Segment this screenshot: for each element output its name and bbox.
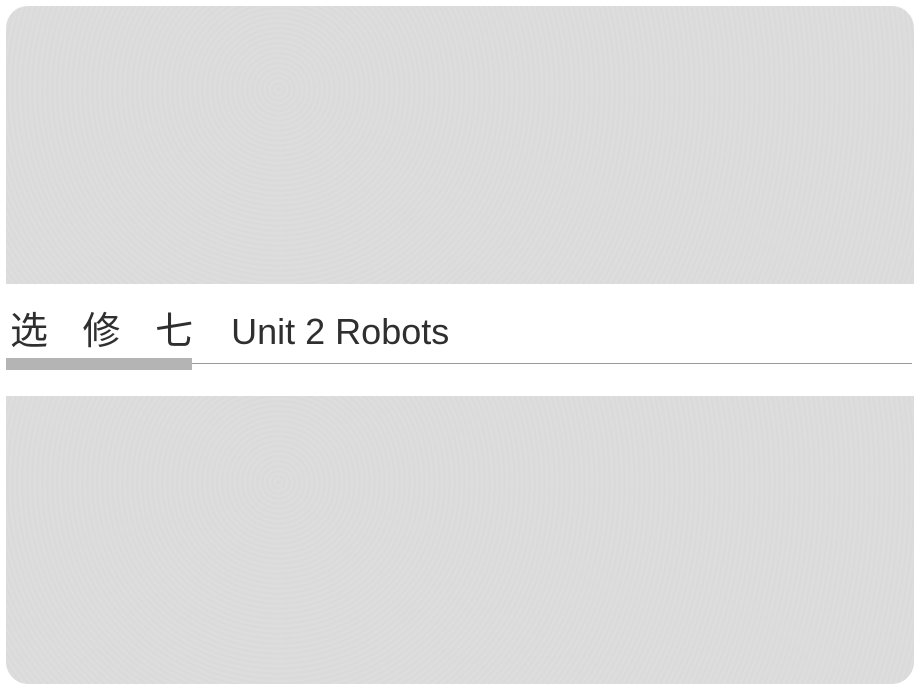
title-underline: [6, 358, 914, 378]
title-prefix: 选 修 七: [6, 300, 205, 355]
slide-frame: 选 修 七 Unit 2 Robots: [0, 0, 920, 690]
bottom-texture-panel: [6, 396, 914, 684]
underline-thin-segment: [192, 363, 912, 364]
title-main: Unit 2 Robots: [205, 311, 449, 353]
underline-bold-segment: [6, 358, 192, 370]
top-texture-panel: [6, 6, 914, 284]
title-row: 选 修 七 Unit 2 Robots: [6, 300, 914, 360]
